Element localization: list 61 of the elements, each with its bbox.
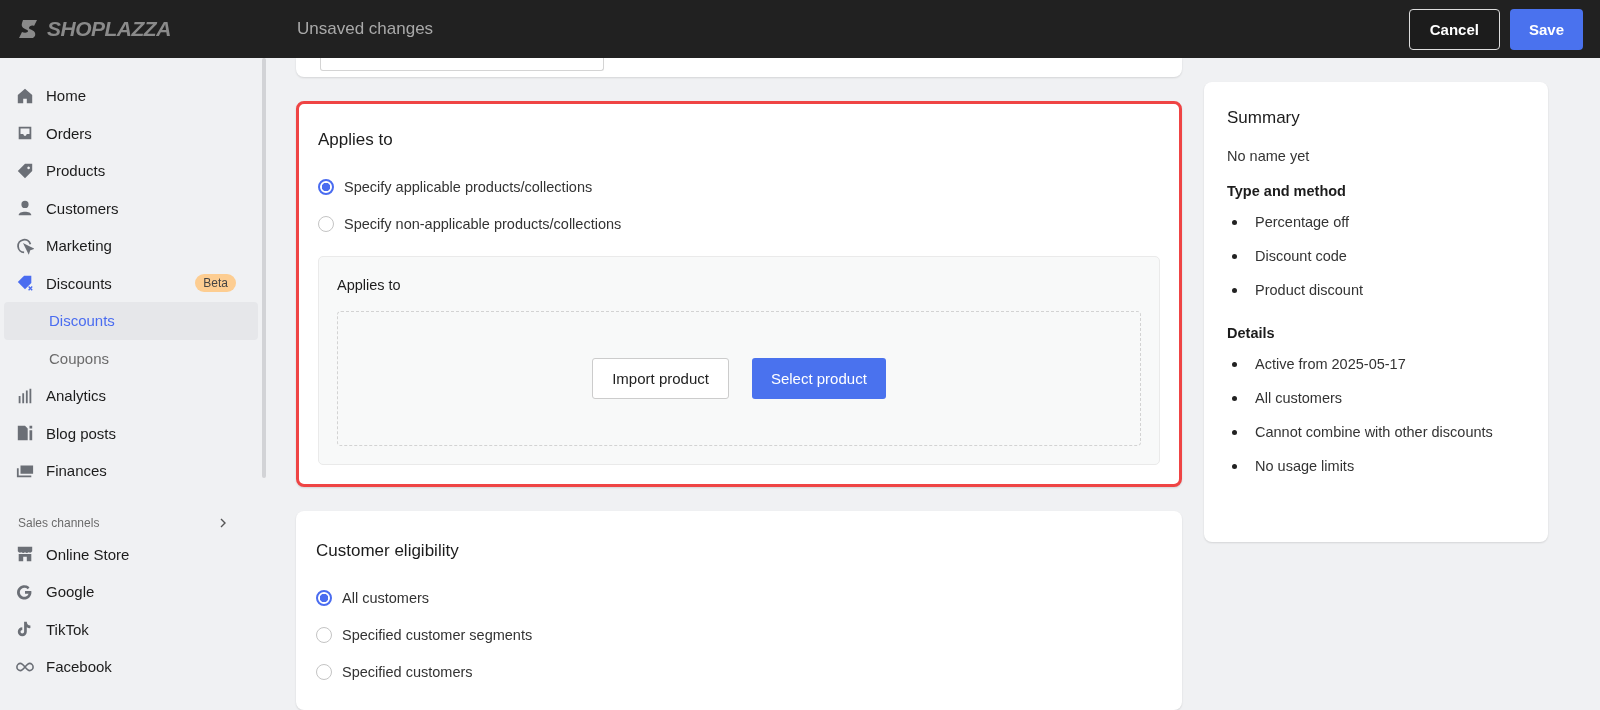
- sidebar-subitem[interactable]: Coupons: [4, 339, 258, 377]
- sidebar-item[interactable]: TikTok: [4, 610, 258, 648]
- radio-label: Specify non-applicable products/collections: [344, 215, 622, 232]
- bullet-icon: [1232, 429, 1237, 435]
- radio-label: Specified customers: [342, 663, 473, 680]
- blog-icon: [16, 424, 34, 443]
- sidebar-subitem[interactable]: Discounts: [4, 302, 258, 340]
- summary-item: Active from 2025-05-17: [1255, 356, 1406, 372]
- home-icon: [16, 86, 34, 105]
- summary-item: Percentage off: [1255, 214, 1350, 230]
- summary-heading: Details: [1227, 325, 1276, 341]
- letter-g-icon: [16, 582, 34, 601]
- radio-label: Specified customer segments: [342, 626, 533, 643]
- sidebar-item[interactable]: Products: [4, 152, 258, 190]
- sidebar-item[interactable]: Finances: [4, 452, 258, 490]
- logo-wordmark: SHOPLAZZA: [47, 17, 171, 41]
- card-title: Customer eligibility: [316, 541, 460, 561]
- summary-item: All customers: [1255, 390, 1343, 406]
- radio-label: All customers: [342, 589, 430, 606]
- sidebar-item[interactable]: Discounts Beta: [4, 264, 258, 302]
- summary-heading: Type and method: [1227, 183, 1347, 199]
- chevron-right-icon[interactable]: [218, 517, 228, 528]
- summary-item: Product discount: [1255, 282, 1364, 298]
- tag-icon: [16, 161, 34, 180]
- panel-title: Applies to: [337, 277, 402, 293]
- summary-item: No usage limits: [1255, 458, 1355, 474]
- sidebar-item[interactable]: Blog posts: [4, 414, 258, 452]
- sidebar-item[interactable]: Home: [4, 77, 258, 115]
- bullet-icon: [1232, 219, 1237, 225]
- sidebar-item[interactable]: Analytics: [4, 377, 258, 415]
- summary-item: Discount code: [1255, 248, 1347, 264]
- input-field[interactable]: [320, 58, 604, 71]
- summary-title: Summary: [1227, 108, 1301, 128]
- sidebar-item[interactable]: Marketing: [4, 227, 258, 265]
- save-button[interactable]: Save: [1509, 8, 1583, 50]
- summary-item: Cannot combine with other discounts: [1255, 424, 1493, 440]
- person-icon: [16, 199, 34, 218]
- sidebar-item[interactable]: Google: [4, 573, 258, 611]
- summary-text: No name yet: [1227, 148, 1311, 164]
- bullet-icon: [1232, 463, 1237, 469]
- bullet-icon: [1232, 361, 1237, 367]
- sidebar-item[interactable]: Orders: [4, 114, 258, 152]
- card-title: Applies to: [318, 130, 394, 150]
- page-status: Unsaved changes: [297, 19, 435, 39]
- target-icon: [16, 236, 34, 255]
- sidebar-item[interactable]: Online Store: [4, 535, 258, 573]
- radio-label: Specify applicable products/collections: [344, 178, 593, 195]
- bars-icon: [16, 386, 34, 405]
- radio-button[interactable]: [318, 178, 334, 195]
- store-icon: [16, 545, 34, 564]
- bullet-icon: [1232, 395, 1237, 401]
- sidebar-item[interactable]: Customers: [4, 189, 258, 227]
- bullet-icon: [1232, 253, 1237, 259]
- bullet-icon: [1232, 287, 1237, 293]
- cancel-button[interactable]: Cancel: [1408, 8, 1500, 50]
- section-heading: Sales channels: [18, 515, 100, 530]
- beta-badge: Beta: [195, 274, 236, 293]
- select-product-button[interactable]: Select product: [751, 358, 886, 399]
- sidebar-item[interactable]: Facebook: [4, 648, 258, 686]
- import-product-button[interactable]: Import product: [592, 358, 729, 399]
- radio-button[interactable]: [316, 589, 332, 606]
